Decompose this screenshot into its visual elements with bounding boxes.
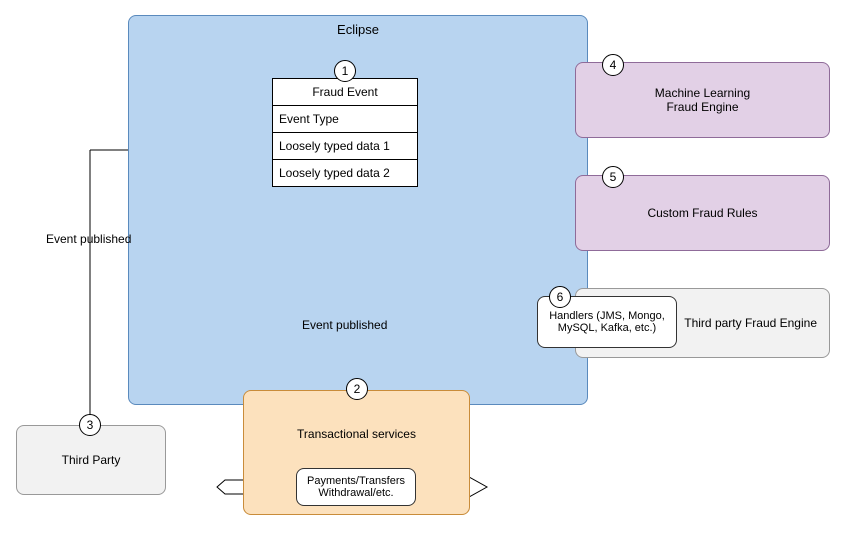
circle-1: 1 <box>334 60 356 82</box>
event-published-left-label: Event published <box>46 232 131 246</box>
fraud-event-row: Loosely typed data 2 <box>273 160 417 186</box>
fraud-event-row: Event Type <box>273 106 417 133</box>
event-published-center-label: Event published <box>302 318 387 332</box>
transactional-title: Transactional services <box>244 427 469 441</box>
eclipse-container: Eclipse <box>128 15 588 405</box>
third-party-engine-label: Third party Fraud Engine <box>684 316 817 330</box>
fraud-event-title: Fraud Event <box>273 79 417 106</box>
fraud-event-row: Loosely typed data 1 <box>273 133 417 160</box>
transactional-sub-label: Payments/Transfers Withdrawal/etc. <box>307 475 405 499</box>
circle-5: 5 <box>602 166 624 188</box>
circle-2: 2 <box>346 378 368 400</box>
ml-engine-line1: Machine Learning <box>655 86 750 100</box>
custom-rules-label: Custom Fraud Rules <box>647 206 757 220</box>
eclipse-title: Eclipse <box>129 16 587 37</box>
fraud-event-box: Fraud Event Event Type Loosely typed dat… <box>272 78 418 187</box>
transactional-sub-box: Payments/Transfers Withdrawal/etc. <box>296 468 416 506</box>
third-party-label: Third Party <box>62 453 121 467</box>
handlers-label: Handlers (JMS, Mongo, MySQL, Kafka, etc.… <box>544 310 670 334</box>
ml-engine-line2: Fraud Engine <box>666 100 738 114</box>
circle-3: 3 <box>79 414 101 436</box>
circle-6: 6 <box>549 286 571 308</box>
circle-4: 4 <box>602 54 624 76</box>
